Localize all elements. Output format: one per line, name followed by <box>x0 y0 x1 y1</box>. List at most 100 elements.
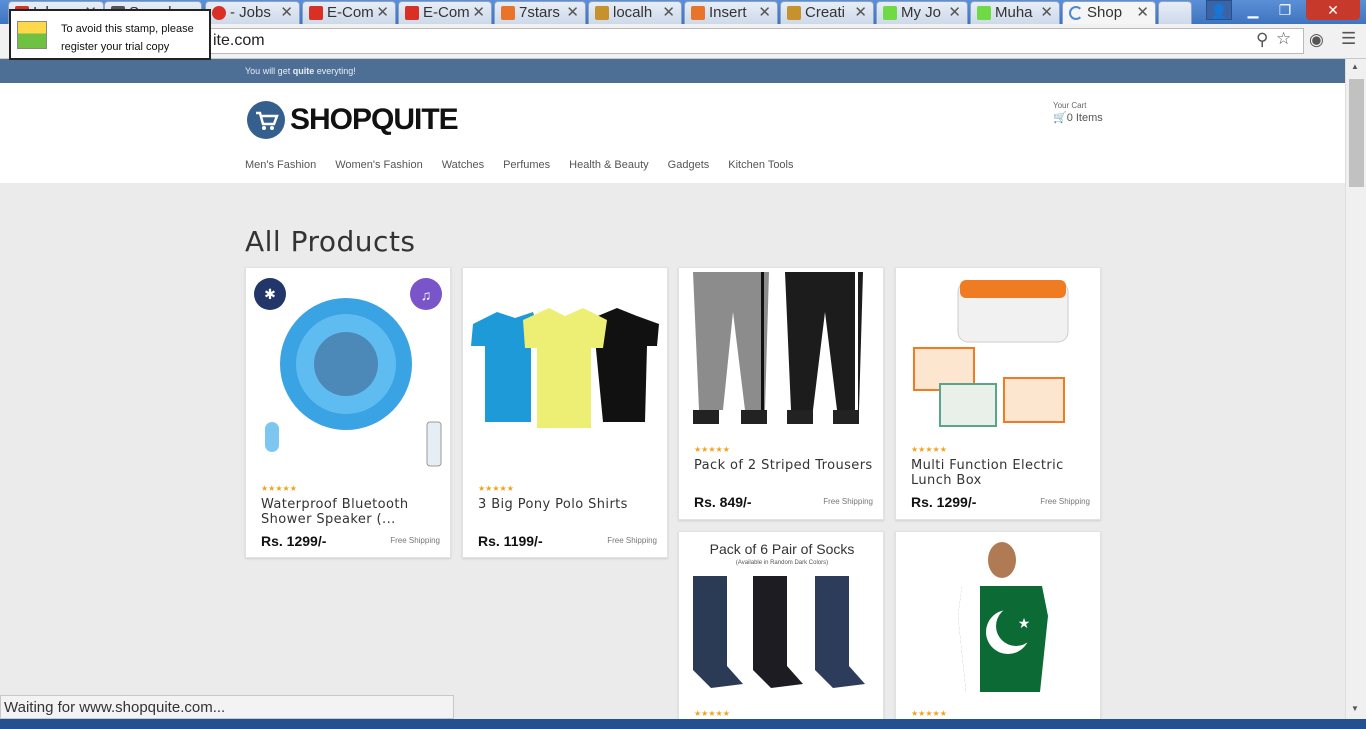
upwork-icon <box>883 6 897 20</box>
browser-tab-active[interactable]: Shop ✕ <box>1062 1 1156 24</box>
close-tab-icon[interactable]: ✕ <box>854 2 867 23</box>
browser-tab[interactable]: Muha ✕ <box>970 1 1060 24</box>
stamp-line: To avoid this stamp, please <box>61 23 194 35</box>
site-logo[interactable]: SHOPQUITE <box>290 103 459 137</box>
address-bar[interactable]: ite.com <box>208 28 1304 54</box>
stamp-icon <box>17 21 47 49</box>
tagline-text: everyting! <box>314 66 356 76</box>
rating-stars: ★★★★★ <box>694 709 730 718</box>
product-name[interactable]: 3 Big Pony Polo Shirts <box>478 497 658 512</box>
svg-text:♫: ♫ <box>421 287 432 303</box>
close-tab-icon[interactable]: ✕ <box>566 2 579 23</box>
tab-label: E-Com <box>327 4 374 21</box>
nav-kitchen-tools[interactable]: Kitchen Tools <box>728 159 793 171</box>
close-tab-icon[interactable]: ✕ <box>1040 2 1053 23</box>
product-card[interactable]: Pack of 6 Pair of Socks (Available in Ra… <box>678 531 884 723</box>
tab-label: Muha <box>995 4 1033 21</box>
stamp-line: register your trial copy <box>61 41 170 53</box>
os-taskbar <box>0 719 1366 729</box>
rating-stars: ★★★★★ <box>478 484 514 493</box>
close-tab-icon[interactable]: ✕ <box>758 2 771 23</box>
rating-stars: ★★★★★ <box>911 709 947 718</box>
rating-stars: ★★★★★ <box>911 445 947 454</box>
shipping-label: Free Shipping <box>1040 497 1090 506</box>
nav-perfumes[interactable]: Perfumes <box>503 159 550 171</box>
page-title: All Products <box>245 225 416 258</box>
product-card[interactable]: ★★★★★ Multi Function Electric Lunch Box … <box>895 267 1101 520</box>
product-name[interactable]: Multi Function Electric Lunch Box <box>911 458 1091 488</box>
tab-label: My Jo <box>901 4 942 21</box>
tab-label: - Jobs <box>230 4 271 21</box>
tab-label: localh <box>613 4 653 21</box>
product-image-trousers[interactable] <box>683 272 881 432</box>
xampp-icon <box>501 6 515 20</box>
site-header: SHOPQUITE Your Cart 🛒0 Items Men's Fashi… <box>0 83 1345 183</box>
close-tab-icon[interactable]: ✕ <box>948 2 961 23</box>
close-tab-icon[interactable]: ✕ <box>662 2 675 23</box>
browser-tab[interactable]: Creati ✕ <box>780 1 874 24</box>
product-price: Rs. 1199/- <box>478 533 543 549</box>
nav-mens-fashion[interactable]: Men's Fashion <box>245 159 316 171</box>
close-tab-icon[interactable]: ✕ <box>1136 2 1149 23</box>
extension-icon[interactable]: ◉ <box>1309 30 1324 50</box>
new-tab-button[interactable] <box>1158 1 1192 24</box>
product-name[interactable]: Pack of 2 Striped Trousers <box>694 458 874 473</box>
scrollbar-thumb[interactable] <box>1349 79 1364 187</box>
browser-tab[interactable]: Insert ✕ <box>684 1 778 24</box>
product-card[interactable]: ✱ ♫ ★★★★★ Waterproof Bluetooth Shower Sp… <box>245 267 451 558</box>
product-card[interactable]: ★★★★★ Pack of 2 Striped Trousers Rs. 849… <box>678 267 884 520</box>
browser-tab[interactable]: E-Com ✕ <box>398 1 492 24</box>
trial-stamp: To avoid this stamp, please register your… <box>9 9 211 60</box>
youtube-icon <box>405 6 419 20</box>
restore-button[interactable]: ❐ <box>1270 0 1300 20</box>
scroll-down-icon[interactable]: ▼ <box>1351 704 1359 713</box>
nav-watches[interactable]: Watches <box>442 159 484 171</box>
close-tab-icon[interactable]: ✕ <box>376 2 389 23</box>
youtube-icon <box>309 6 323 20</box>
cart-label: Your Cart <box>1053 101 1087 110</box>
url-text: ite.com <box>213 32 265 49</box>
user-profile-icon[interactable]: 👤 <box>1206 0 1232 20</box>
rating-stars: ★★★★★ <box>261 484 297 493</box>
menu-icon[interactable]: ☰ <box>1341 29 1356 49</box>
tab-label: 7stars <box>519 4 560 21</box>
product-image-pakistan-tshirt[interactable]: ★ <box>900 536 1098 696</box>
page-scrollbar[interactable]: ▲ ▼ <box>1345 59 1366 723</box>
product-image-polo-shirts[interactable] <box>467 272 665 472</box>
close-tab-icon[interactable]: ✕ <box>472 2 485 23</box>
minimize-button[interactable]: ▁ <box>1238 0 1268 20</box>
browser-tab[interactable]: localh ✕ <box>588 1 682 24</box>
product-image-blue-speaker[interactable]: ✱ ♫ <box>250 272 448 472</box>
cart-link[interactable]: 🛒0 Items <box>1053 111 1103 124</box>
svg-text:✱: ✱ <box>264 286 276 302</box>
shipping-label: Free Shipping <box>607 536 657 545</box>
loading-spinner-icon <box>1069 6 1083 20</box>
product-card[interactable]: ★★★★★ 3 Big Pony Polo Shirts Rs. 1199/- … <box>462 267 668 558</box>
nav-womens-fashion[interactable]: Women's Fashion <box>335 159 423 171</box>
cart-logo-icon[interactable] <box>247 101 285 139</box>
nav-health-beauty[interactable]: Health & Beauty <box>569 159 649 171</box>
rating-stars: ★★★★★ <box>694 445 730 454</box>
scroll-up-icon[interactable]: ▲ <box>1351 62 1359 71</box>
zoom-icon[interactable]: ⚲ <box>1256 30 1268 50</box>
site-icon <box>787 6 801 20</box>
browser-tab[interactable]: E-Com ✕ <box>302 1 396 24</box>
shipping-label: Free Shipping <box>823 497 873 506</box>
tagline-bar: You will get quite everyting! <box>0 59 1345 83</box>
close-tab-icon[interactable]: ✕ <box>280 2 293 23</box>
browser-tab[interactable]: 7stars ✕ <box>494 1 586 24</box>
product-name[interactable]: Waterproof Bluetooth Shower Speaker (... <box>261 497 441 527</box>
tab-label: Insert <box>709 4 747 21</box>
browser-tab[interactable]: My Jo ✕ <box>876 1 968 24</box>
tab-label: Shop <box>1087 4 1123 21</box>
product-card[interactable]: ★ ★★★★★ <box>895 531 1101 723</box>
product-price: Rs. 1299/- <box>911 494 977 510</box>
browser-tab[interactable]: - Jobs ✕ <box>205 1 300 24</box>
nav-gadgets[interactable]: Gadgets <box>668 159 710 171</box>
product-image-lunch-box[interactable] <box>900 272 1098 432</box>
bookmark-star-icon[interactable]: ☆ <box>1276 29 1291 49</box>
close-window-button[interactable]: ✕ <box>1306 0 1360 20</box>
product-image-socks[interactable]: Pack of 6 Pair of Socks (Available in Ra… <box>683 536 881 696</box>
tab-label: Creati <box>805 4 846 21</box>
svg-text:★: ★ <box>1018 615 1031 631</box>
